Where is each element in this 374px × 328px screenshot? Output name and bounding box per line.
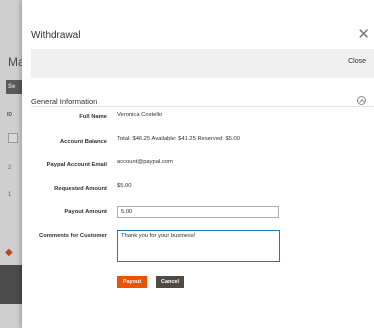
account-balance-label: Account Balance	[59, 139, 107, 145]
comments-textarea[interactable]: Thank you for your business!	[117, 230, 280, 262]
full-name-value: Veronica Costello	[117, 112, 163, 118]
paypal-email-label: Paypal Account Email	[46, 162, 107, 168]
full-name-label: Full Name	[79, 114, 107, 120]
chevron-up-icon[interactable]	[357, 96, 366, 105]
requested-amount-value: $5.00	[117, 183, 132, 189]
modal-title: Withdrawal	[31, 30, 81, 41]
close-icon[interactable]: ✕	[357, 27, 370, 42]
section-divider	[31, 106, 374, 107]
payout-amount-input[interactable]: 5.00	[117, 206, 279, 218]
magento-logo-icon: ◆	[5, 247, 13, 258]
comments-label: Comments for Customer	[39, 233, 107, 239]
paypal-email-value: account@paypal.com	[117, 159, 173, 165]
account-balance-value: Total: $46.25 Available: $41.25 Reserved…	[117, 136, 241, 142]
payout-button[interactable]: Payout	[117, 276, 147, 288]
cancel-button[interactable]: Cancel	[156, 276, 184, 288]
background-button: Se	[6, 80, 22, 94]
section-title[interactable]: General Information	[31, 97, 97, 106]
background-page-title: Ma	[8, 55, 22, 69]
requested-amount-label: Requested Amount	[54, 186, 107, 192]
withdrawal-modal: Withdrawal ✕ Close General Information F…	[22, 0, 374, 328]
payout-amount-label: Payout Amount	[64, 209, 107, 215]
modal-action-bar: Close	[31, 49, 374, 78]
background-footer	[0, 265, 22, 304]
background-row-value: 1	[8, 192, 12, 198]
close-button[interactable]: Close	[348, 58, 366, 65]
